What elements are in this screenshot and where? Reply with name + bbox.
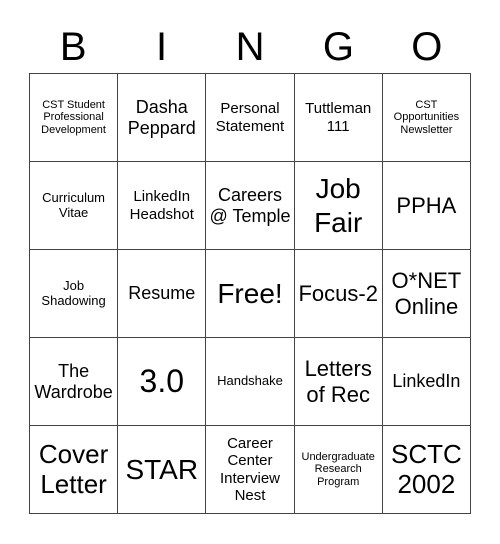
cell-label: Job Fair [314, 172, 363, 238]
bingo-cell[interactable]: PPHA [382, 162, 471, 250]
cell-label: Curriculum Vitae [42, 189, 106, 220]
cell-label: PPHA [396, 192, 457, 218]
bingo-cell[interactable]: 3.0 [118, 338, 207, 426]
bingo-cell[interactable]: Job Fair [294, 162, 383, 250]
bingo-board: CST Student Professional Development Das… [29, 73, 471, 514]
cell-label: LinkedIn Headshot [129, 188, 194, 223]
header-letter-g: G [322, 25, 354, 69]
cell-label: Personal Statement [215, 100, 285, 135]
cell-label: SCTC 2002 [391, 438, 462, 499]
cell-label: Resume [128, 283, 196, 304]
cell-label: Undergraduate Research Program [301, 450, 375, 488]
bingo-cell[interactable]: Handshake [206, 338, 295, 426]
bingo-cell[interactable]: SCTC 2002 [382, 426, 471, 514]
cell-label: Careers @ Temple [209, 184, 291, 226]
bingo-cell[interactable]: O*NET Online [382, 250, 471, 338]
cell-label: O*NET Online [391, 268, 462, 319]
bingo-cell[interactable]: Career Center Interview Nest [206, 426, 295, 514]
bingo-cell[interactable]: Personal Statement [206, 74, 295, 162]
cell-label: The Wardrobe [34, 360, 113, 402]
bingo-header: B I N G O [29, 22, 471, 72]
bingo-cell[interactable]: Letters of Rec [294, 338, 383, 426]
bingo-cell[interactable]: Dasha Peppard [118, 74, 207, 162]
bingo-cell[interactable]: Undergraduate Research Program [294, 426, 383, 514]
bingo-cell[interactable]: Curriculum Vitae [30, 162, 119, 250]
cell-label: 3.0 [139, 363, 185, 400]
header-letter-o: O [411, 25, 443, 69]
cell-label: Dasha Peppard [127, 96, 196, 138]
cell-label: Letters of Rec [304, 356, 372, 407]
bingo-cell[interactable]: STAR [118, 426, 207, 514]
bingo-cell[interactable]: Cover Letter [30, 426, 119, 514]
bingo-cell[interactable]: The Wardrobe [30, 338, 119, 426]
cell-label: CST Opportunities Newsletter [393, 98, 460, 136]
header-letter-b: B [59, 25, 87, 69]
cell-label: CST Student Professional Development [41, 98, 106, 136]
cell-label: Career Center Interview Nest [219, 435, 280, 504]
bingo-cell[interactable]: Job Shadowing [30, 250, 119, 338]
cell-label: Job Shadowing [41, 277, 106, 308]
bingo-cell[interactable]: CST Student Professional Development [30, 74, 119, 162]
bingo-cell[interactable]: Tuttleman 111 [294, 74, 383, 162]
cell-label: Handshake [217, 373, 283, 389]
bingo-cell[interactable]: Resume [118, 250, 207, 338]
bingo-cell[interactable]: Careers @ Temple [206, 162, 295, 250]
header-letter-i: I [156, 25, 168, 69]
free-space-cell[interactable]: Free! [206, 250, 295, 338]
cell-label: LinkedIn [392, 371, 461, 392]
cell-label: Tuttleman 111 [305, 100, 372, 135]
cell-label: Free! [217, 277, 283, 309]
bingo-cell[interactable]: LinkedIn Headshot [118, 162, 207, 250]
cell-label: Cover Letter [38, 438, 109, 499]
bingo-cell[interactable]: LinkedIn [382, 338, 471, 426]
cell-label: Focus-2 [298, 280, 378, 306]
bingo-cell[interactable]: CST Opportunities Newsletter [382, 74, 471, 162]
bingo-cell[interactable]: Focus-2 [294, 250, 383, 338]
cell-label: STAR [125, 453, 199, 485]
header-letter-n: N [235, 25, 265, 69]
